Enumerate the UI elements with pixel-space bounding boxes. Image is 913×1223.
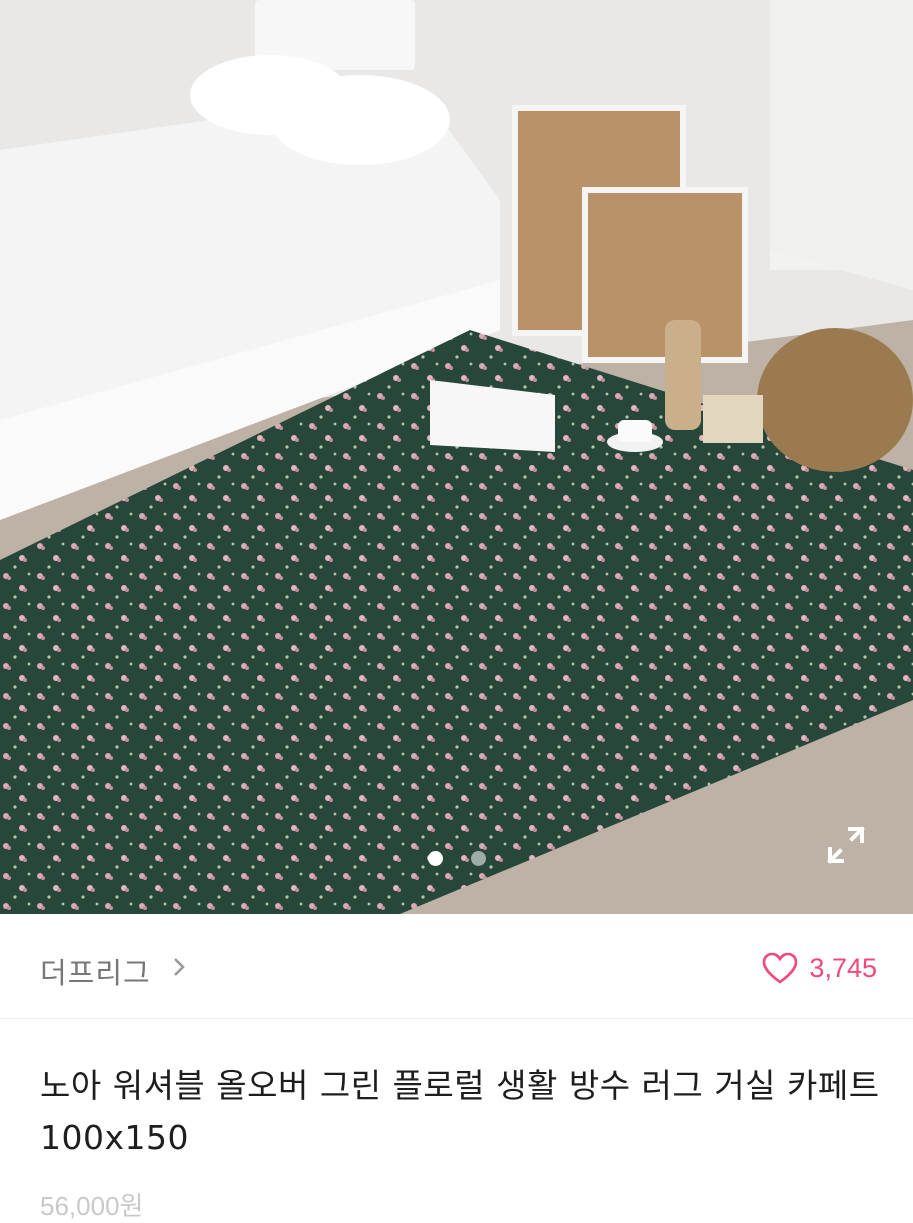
carousel-dot[interactable]	[471, 851, 486, 866]
heart-outline-icon	[763, 952, 798, 984]
product-image[interactable]	[0, 0, 913, 914]
carousel-indicator	[0, 851, 913, 867]
chevron-right-icon[interactable]	[172, 954, 188, 980]
like-count: 3,745	[809, 952, 877, 983]
seller-row: 더프리그 3,745	[0, 914, 913, 1019]
product-price: 56,000원	[40, 1191, 144, 1221]
product-title: 노아 워셔블 올오버 그린 플로럴 생활 방수 러그 거실 카페트 100x15…	[40, 1066, 880, 1157]
seller-name[interactable]: 더프리그	[40, 950, 151, 992]
carousel-dot-active[interactable]	[428, 851, 443, 866]
like-button[interactable]: 3,745	[761, 950, 877, 986]
rug-photo	[0, 0, 913, 914]
